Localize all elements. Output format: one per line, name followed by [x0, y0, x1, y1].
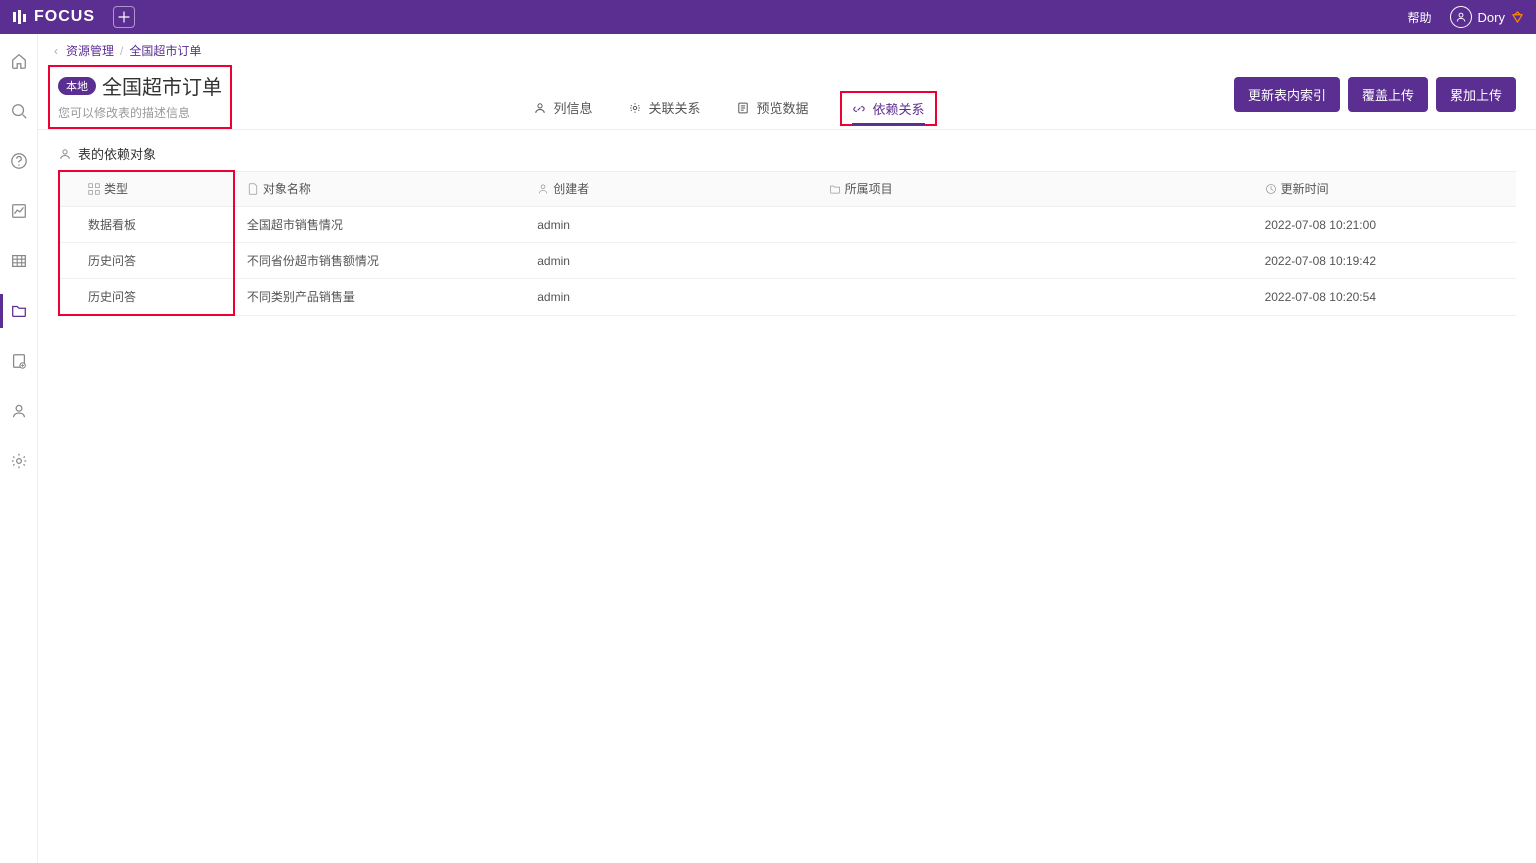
- sidebar-search[interactable]: [0, 98, 38, 124]
- refresh-index-button[interactable]: 更新表内索引: [1234, 77, 1340, 112]
- sidebar-data[interactable]: [0, 348, 38, 374]
- table-header-row: 类型 对象名称 创建者 所属项目 更新时间: [59, 172, 1516, 207]
- cell-type: 数据看板: [59, 207, 234, 243]
- overwrite-upload-button[interactable]: 覆盖上传: [1348, 77, 1428, 112]
- sidebar-table[interactable]: [0, 248, 38, 274]
- list-icon: [736, 101, 750, 115]
- user-menu[interactable]: Dory: [1450, 6, 1524, 28]
- sidebar-help[interactable]: [0, 148, 38, 174]
- th-type: 类型: [59, 172, 234, 207]
- cell-creator: admin: [525, 207, 816, 243]
- page-title: 全国超市订单: [102, 71, 222, 100]
- user-icon: [58, 147, 72, 161]
- table-row[interactable]: 数据看板全国超市销售情况admin 2022-07-08 10:21:00: [59, 207, 1516, 243]
- topbar-right: 帮助 Dory: [1408, 6, 1524, 28]
- cell-updated: 2022-07-08 10:20:54: [1225, 279, 1516, 316]
- logo-icon: [12, 9, 28, 25]
- breadcrumb-root[interactable]: 资源管理: [66, 42, 114, 59]
- breadcrumb-current[interactable]: 全国超市订单: [129, 42, 201, 59]
- tab-relations[interactable]: 关联关系: [624, 88, 704, 129]
- tab-dependency[interactable]: 依赖关系: [840, 91, 936, 126]
- sidebar: [0, 34, 38, 863]
- sidebar-settings[interactable]: [0, 448, 38, 474]
- tab-columns-label: 列信息: [553, 98, 592, 117]
- section-title: 表的依赖对象: [38, 130, 1536, 171]
- sidebar-chart[interactable]: [0, 198, 38, 224]
- avatar-icon: [1450, 6, 1472, 28]
- sidebar-folder[interactable]: [0, 298, 38, 324]
- tab-preview[interactable]: 预览数据: [732, 88, 812, 129]
- brand-name: FOCUS: [34, 8, 95, 26]
- dependency-table: 类型 对象名称 创建者 所属项目 更新时间 数据看板全国超市销售情况admin 2…: [38, 171, 1536, 316]
- cell-project: [817, 207, 1225, 243]
- cell-project: [817, 279, 1225, 316]
- page-description[interactable]: 您可以修改表的描述信息: [58, 104, 222, 121]
- user-name: Dory: [1478, 10, 1505, 25]
- tabs: 列信息 关联关系 预览数据 依赖关系: [529, 88, 936, 129]
- folder-icon: [829, 184, 841, 198]
- th-updated: 更新时间: [1225, 172, 1516, 207]
- chevron-left-icon: ‹: [54, 44, 58, 58]
- content: ‹ 资源管理 / 全国超市订单 本地 全国超市订单 您可以修改表的描述信息 列信…: [38, 34, 1536, 863]
- append-upload-button[interactable]: 累加上传: [1436, 77, 1516, 112]
- cell-type: 历史问答: [59, 243, 234, 279]
- breadcrumb-sep: /: [120, 44, 123, 58]
- cell-updated: 2022-07-08 10:19:42: [1225, 243, 1516, 279]
- clock-icon: [1265, 184, 1277, 198]
- cell-object-name: 全国超市销售情况: [234, 207, 525, 243]
- title-block-highlight: 本地 全国超市订单 您可以修改表的描述信息: [48, 65, 232, 129]
- th-object-name: 对象名称: [234, 172, 525, 207]
- grid-icon: [88, 184, 100, 198]
- link-icon: [852, 102, 866, 116]
- topbar: FOCUS 帮助 Dory: [0, 0, 1536, 34]
- th-project: 所属项目: [817, 172, 1225, 207]
- table-row[interactable]: 历史问答不同省份超市销售额情况admin 2022-07-08 10:19:42: [59, 243, 1516, 279]
- th-creator: 创建者: [525, 172, 816, 207]
- table-row[interactable]: 历史问答不同类别产品销售量admin 2022-07-08 10:20:54: [59, 279, 1516, 316]
- tab-relations-label: 关联关系: [648, 98, 700, 117]
- sidebar-home[interactable]: [0, 48, 38, 74]
- logo[interactable]: FOCUS: [12, 8, 95, 26]
- sidebar-user[interactable]: [0, 398, 38, 424]
- section-title-text: 表的依赖对象: [78, 144, 156, 163]
- diamond-icon: [1511, 11, 1524, 24]
- cell-updated: 2022-07-08 10:21:00: [1225, 207, 1516, 243]
- user-icon: [537, 184, 549, 198]
- help-link[interactable]: 帮助: [1408, 9, 1432, 26]
- page-header: 本地 全国超市订单 您可以修改表的描述信息 列信息 关联关系 预览数据: [38, 63, 1536, 130]
- tab-dependency-label: 依赖关系: [872, 99, 924, 118]
- topbar-left: FOCUS: [12, 6, 135, 28]
- cell-creator: admin: [525, 243, 816, 279]
- gear-icon: [628, 101, 642, 115]
- new-button[interactable]: [113, 6, 135, 28]
- action-buttons: 更新表内索引 覆盖上传 累加上传: [1234, 77, 1516, 118]
- user-icon: [533, 101, 547, 115]
- cell-object-name: 不同类别产品销售量: [234, 279, 525, 316]
- cell-project: [817, 243, 1225, 279]
- breadcrumb: ‹ 资源管理 / 全国超市订单: [38, 34, 1536, 63]
- cell-type: 历史问答: [59, 279, 234, 316]
- cell-creator: admin: [525, 279, 816, 316]
- tab-preview-label: 预览数据: [756, 98, 808, 117]
- tab-columns[interactable]: 列信息: [529, 88, 596, 129]
- source-badge: 本地: [58, 77, 96, 95]
- file-icon: [247, 184, 259, 198]
- cell-object-name: 不同省份超市销售额情况: [234, 243, 525, 279]
